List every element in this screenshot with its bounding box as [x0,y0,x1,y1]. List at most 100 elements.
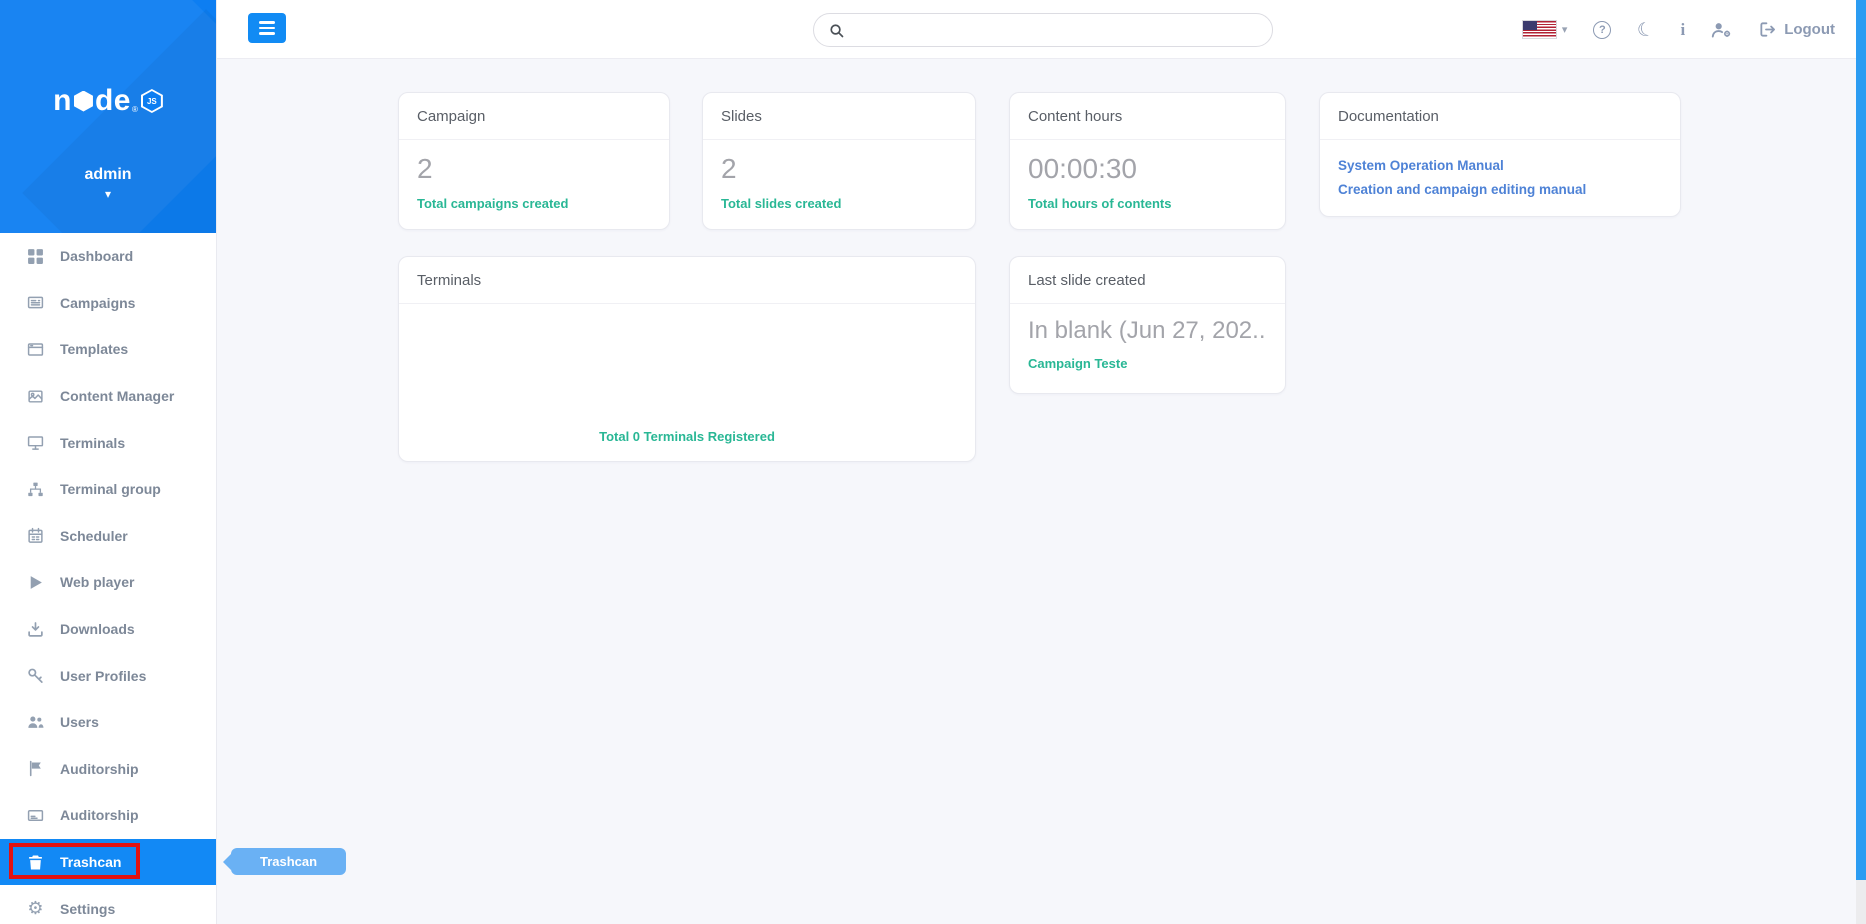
moon-icon: ☾ [1634,16,1657,43]
sidebar-item-terminal-group[interactable]: Terminal group [0,466,216,513]
slides-caption: Total slides created [721,196,842,211]
logo-text-left: n [53,84,72,117]
play-icon [26,574,45,591]
card-title: Slides [703,93,975,140]
sidebar-item-label: Trashcan [60,854,122,871]
last-slide-name: In blank (Jun 27, 202... [1028,317,1267,344]
user-menu-caret-icon[interactable]: ▾ [0,188,216,200]
content-hours-value: 00:00:30 [1028,153,1137,184]
sidebar-item-auditorship-card[interactable]: Auditorship [0,792,216,839]
sidebar-item-trashcan[interactable]: Trashcan [0,838,216,886]
us-flag-icon [1522,21,1556,38]
newspaper-icon [26,294,45,311]
sidebar-item-users[interactable]: Users [0,699,216,746]
sidebar-item-label: User Profiles [60,667,147,684]
sidebar-item-label: Terminals [60,434,126,451]
chevron-down-icon: ▾ [1561,24,1568,36]
app-logo: n de ® JS [0,86,216,116]
info-icon: i [1680,19,1686,39]
sidebar-item-label: Templates [60,341,129,358]
sidebar-item-label: Terminal group [60,481,161,498]
sidebar-item-label: Web player [60,574,135,591]
dark-mode-toggle[interactable]: ☾ [1635,17,1657,42]
download-icon [26,621,45,638]
logo-text-right: de [94,84,131,117]
card-title: Documentation [1320,93,1680,140]
flag-canton [1522,21,1537,30]
search-input[interactable] [853,22,1257,38]
sidebar-item-label: Campaigns [60,294,136,311]
desktop-icon [26,434,45,451]
sidebar: n de ® JS admin ▾ Dashboard Campaigns Te… [0,0,217,924]
sidebar-item-auditorship-flag[interactable]: Auditorship [0,746,216,793]
sidebar-item-label: Users [60,714,99,731]
sidebar-menu: Dashboard Campaigns Templates Content Ma… [0,233,216,924]
scrollbar-track [1856,0,1866,924]
card-title: Terminals [399,257,975,304]
hamburger-bar [259,32,275,35]
sidebar-item-content-manager[interactable]: Content Manager [0,373,216,420]
sidebar-item-dashboard[interactable]: Dashboard [0,233,216,280]
dashboard-icon [26,248,45,265]
js-badge-label: JS [146,96,157,106]
about-button[interactable]: i [1680,20,1685,40]
card-title: Campaign [399,93,669,140]
doc-link-system-operation[interactable]: System Operation Manual [1338,158,1662,173]
sidebar-item-scheduler[interactable]: Scheduler [0,513,216,560]
sidebar-item-label: Settings [60,900,116,917]
hamburger-bar [259,21,275,24]
terminals-caption: Total 0 Terminals Registered [599,429,775,444]
doc-link-campaign-editing[interactable]: Creation and campaign editing manual [1338,182,1662,197]
sitemap-icon [26,481,45,498]
js-hexagon-badge: JS [140,89,163,113]
sidebar-header: n de ® JS admin ▾ [0,0,216,233]
sidebar-toggle-button[interactable] [248,13,286,43]
card-title: Last slide created [1010,257,1285,304]
tooltip-label: Trashcan [260,854,318,869]
images-icon [26,388,45,405]
user-name[interactable]: admin [0,166,216,184]
question-icon: ? [1593,20,1612,39]
terminals-card: Terminals Total 0 Terminals Registered [398,256,976,462]
campaign-card: Campaign 2 Total campaigns created [398,92,670,230]
trashcan-tooltip: Trashcan [231,848,347,875]
slides-count: 2 [721,153,737,184]
sidebar-item-web-player[interactable]: Web player [0,559,216,606]
calendar-icon [26,527,45,544]
sidebar-item-campaigns[interactable]: Campaigns [0,280,216,327]
sidebar-item-label: Scheduler [60,527,128,544]
sidebar-item-label: Auditorship [60,807,139,824]
content-hours-card: Content hours 00:00:30 Total hours of co… [1009,92,1286,230]
search-bar [813,13,1273,47]
gear-icon: ⚙ [27,897,44,919]
sidebar-item-terminals[interactable]: Terminals [0,419,216,466]
content-hours-caption: Total hours of contents [1028,196,1172,211]
sidebar-item-templates[interactable]: Templates [0,326,216,373]
slides-card: Slides 2 Total slides created [702,92,976,230]
help-button[interactable]: ? [1593,20,1612,39]
card-title: Content hours [1010,93,1285,140]
registered-mark: ® [131,105,138,114]
language-selector[interactable]: ▾ [1522,21,1568,38]
flag-icon [26,760,45,777]
card-icon [26,807,45,824]
hexagon-icon [73,90,93,112]
logout-button[interactable]: Logout [1759,21,1835,38]
sidebar-item-settings[interactable]: ⚙ Settings [0,885,216,924]
account-settings-button[interactable] [1711,21,1733,39]
sidebar-item-label: Auditorship [60,760,139,777]
logout-icon [1760,22,1776,37]
topbar: ▾ ? ☾ i Logout [217,0,1856,59]
logout-label: Logout [1784,21,1835,38]
last-slide-caption: Campaign Teste [1028,356,1128,371]
sidebar-item-downloads[interactable]: Downloads [0,606,216,653]
documentation-card: Documentation System Operation Manual Cr… [1319,92,1681,217]
campaign-count: 2 [417,153,433,184]
key-icon [26,667,45,684]
last-slide-card: Last slide created In blank (Jun 27, 202… [1009,256,1286,394]
sidebar-item-user-profiles[interactable]: User Profiles [0,652,216,699]
scrollbar-thumb[interactable] [1856,0,1866,880]
search-icon [830,23,844,37]
window-icon [26,341,45,358]
trash-icon [26,854,45,871]
